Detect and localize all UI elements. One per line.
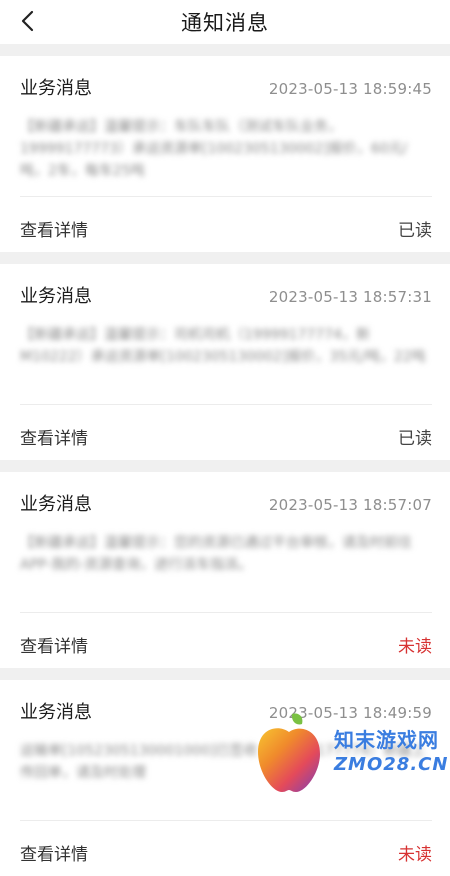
message-title: 业务消息 (20, 702, 92, 723)
app-header: 通知消息 (0, 0, 450, 44)
watermark-name: 知末游戏网 (334, 728, 439, 752)
message-title: 业务消息 (20, 494, 92, 515)
back-button[interactable] (14, 7, 42, 35)
view-details-link[interactable]: 查看详情 (20, 424, 88, 449)
divider (20, 196, 432, 197)
message-time: 2023-05-13 18:57:31 (268, 288, 432, 306)
message-time: 2023-05-13 18:59:45 (268, 80, 432, 98)
message-card[interactable]: 业务消息 2023-05-13 18:57:31 【新疆承运】温馨提示：司机司机… (0, 264, 450, 460)
divider (20, 820, 432, 821)
view-details-link[interactable]: 查看详情 (20, 216, 88, 241)
divider (20, 612, 432, 613)
unread-status: 未读 (398, 845, 432, 865)
read-status: 已读 (398, 429, 432, 449)
message-body: 【新疆承运】温馨提示：司机司机（19999177774，新M10222）承运资源… (20, 327, 426, 365)
message-card[interactable]: 业务消息 2023-05-13 18:57:07 【新疆承运】温馨提示：您的资源… (0, 472, 450, 668)
chevron-left-icon (21, 10, 34, 32)
message-body: 【新疆承运】温馨提示：您的资源已通过平台审核，请及时前往APP-我的-资源查询，… (20, 535, 412, 573)
message-time: 2023-05-13 18:57:07 (268, 496, 432, 514)
view-details-link[interactable]: 查看详情 (20, 840, 88, 865)
divider (20, 404, 432, 405)
message-body: 【新疆承运】温馨提示：车队车队（测试车队业务，19999177773）承运资源单… (20, 119, 408, 179)
message-card[interactable]: 业务消息 2023-05-13 18:59:45 【新疆承运】温馨提示：车队车队… (0, 56, 450, 252)
watermark-url: ZMO28.CN (334, 754, 449, 775)
message-title: 业务消息 (20, 286, 92, 307)
watermark: 知末游戏网 ZMO28.CN (246, 710, 449, 798)
unread-status: 未读 (398, 637, 432, 657)
message-title: 业务消息 (20, 78, 92, 99)
view-details-link[interactable]: 查看详情 (20, 632, 88, 657)
read-status: 已读 (398, 221, 432, 241)
apple-logo-icon (258, 713, 320, 792)
page-title: 通知消息 (181, 11, 269, 35)
